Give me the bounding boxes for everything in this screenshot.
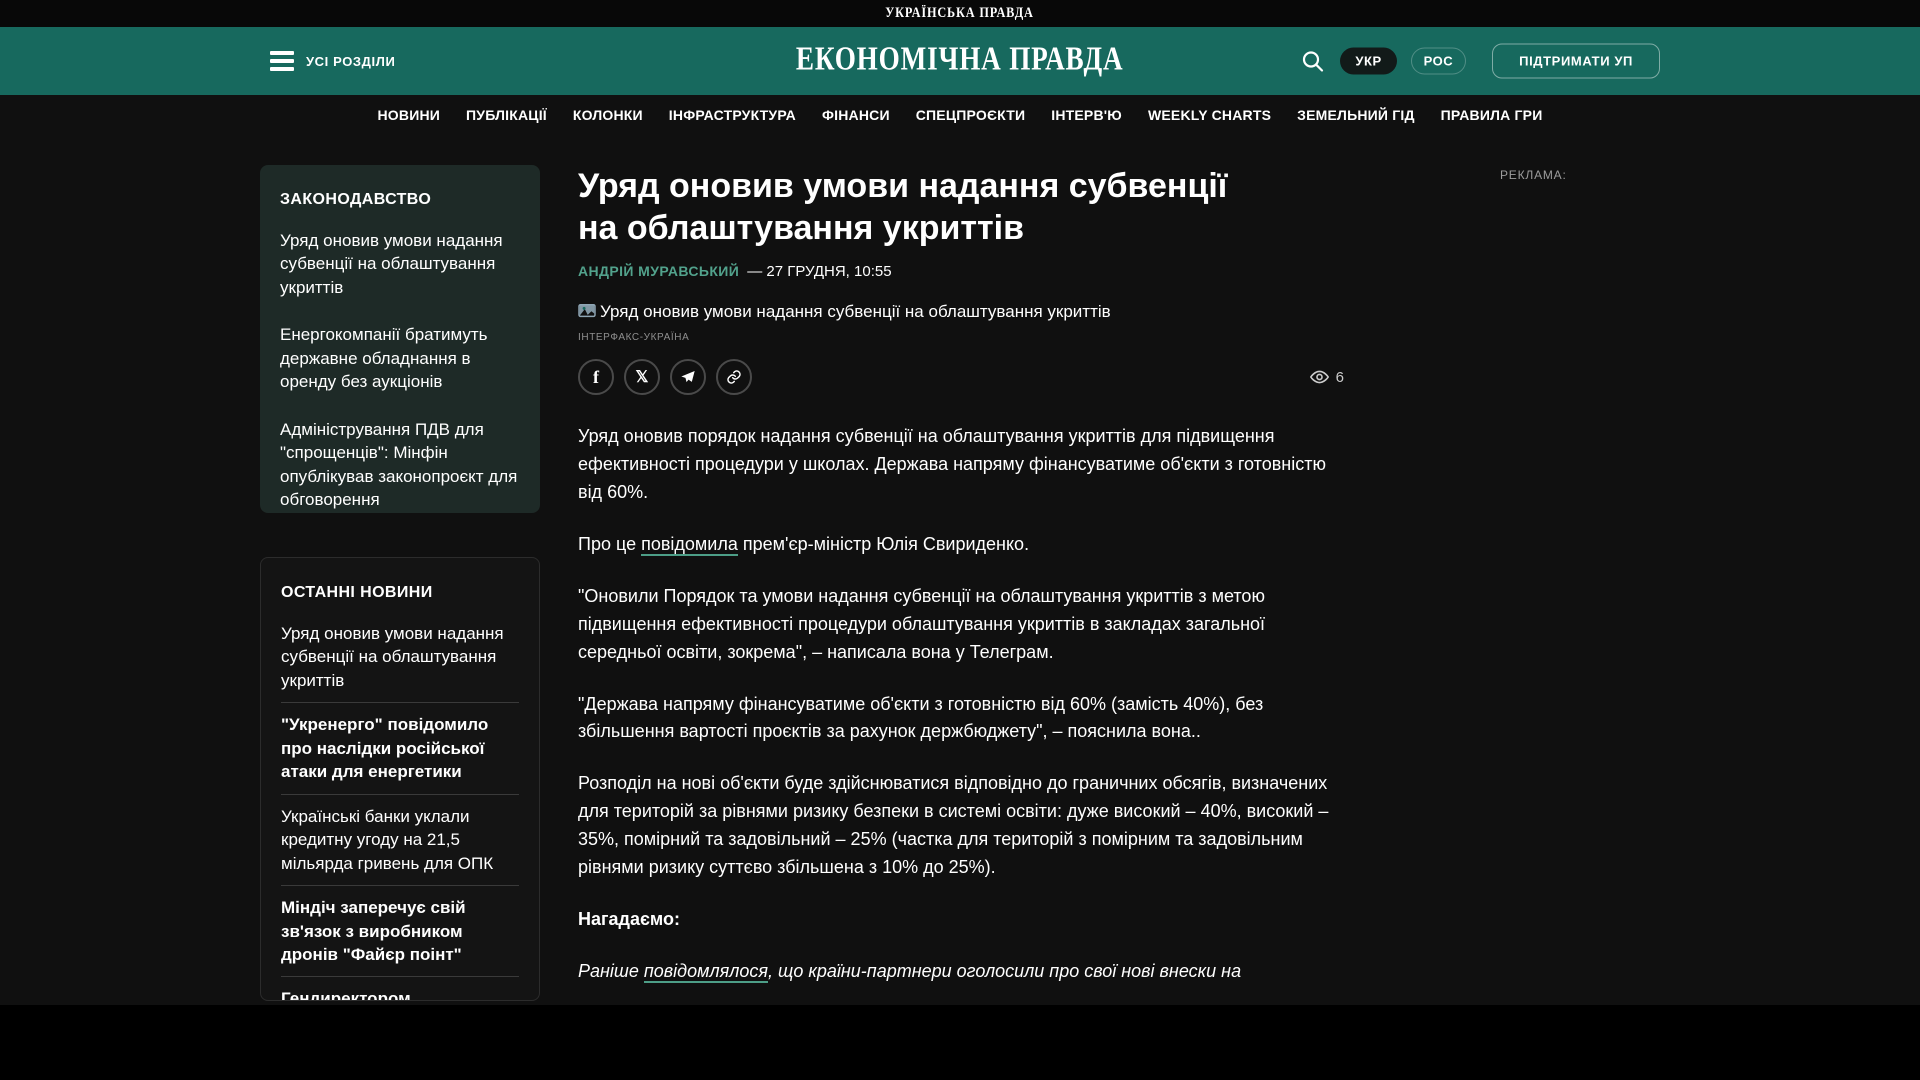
sidebar-news-link[interactable]: Міндіч заперечує свій зв'язок з виробник… <box>281 896 519 966</box>
nav-item[interactable]: WEEKLY CHARTS <box>1148 107 1271 123</box>
nav-item[interactable]: ІНФРАСТРУКТУРА <box>669 107 796 123</box>
sidebar-news-link[interactable]: "Укренерго" повідомило про наслідки росі… <box>281 713 519 783</box>
masthead-logo[interactable]: ЕКОНОМІЧНА ПРАВДА <box>796 40 1123 78</box>
inline-link[interactable]: повідомлялося <box>643 960 769 983</box>
nav-item[interactable]: ФІНАНСИ <box>822 107 890 123</box>
views-counter: 6 <box>1309 368 1344 386</box>
copy-link-icon[interactable] <box>716 359 752 396</box>
article-paragraph: Уряд оновив порядок надання субвенції на… <box>578 426 1326 503</box>
sidebar-news-link[interactable]: Гендиректором "Укргідроенерго" обрано <box>281 987 519 1000</box>
support-up-button[interactable]: ПІДТРИМАТИ УП <box>1492 43 1660 79</box>
main-nav: НОВИНИ ПУБЛІКАЦІЇ КОЛОНКИ ІНФРАСТРУКТУРА ФІН… <box>0 95 1920 135</box>
lang-ukr-toggle[interactable]: УКР <box>1340 47 1397 75</box>
share-telegram-icon[interactable] <box>670 359 706 396</box>
nav-item[interactable]: ІНТЕРВ'Ю <box>1051 107 1122 123</box>
article-title: Уряд оновив умови надання субвенції на о… <box>578 167 1228 248</box>
inline-link[interactable]: повідомила <box>641 533 738 556</box>
latest-news-title: ОСТАННІ НОВИНИ <box>281 584 433 601</box>
broken-image-icon <box>578 304 596 320</box>
eye-icon <box>1309 369 1329 385</box>
page: УКРАЇНСЬКА ПРАВДА УСІ РОЗДІЛИ ЕКОНОМІЧНА… <box>0 0 1920 1080</box>
ad-label: РЕКЛАМА: <box>1500 168 1567 182</box>
article-paragraph: Про це повідомила прем'єр-міністр Юлія С… <box>578 533 1030 556</box>
article-paragraph: Розподіл на нові об'єкти буде здійснюват… <box>578 773 1329 877</box>
share-facebook-icon[interactable]: f <box>578 359 614 396</box>
image-alt-text: Уряд оновив умови надання субвенції на о… <box>600 302 1111 322</box>
sidebar-news-link[interactable]: Енергокомпанії братимуть державне обладн… <box>280 323 520 393</box>
divider <box>281 793 519 795</box>
nav-item[interactable]: СПЕЦПРОЄКТИ <box>916 107 1026 123</box>
divider <box>281 976 519 978</box>
site-header: УСІ РОЗДІЛИ ЕКОНОМІЧНА ПРАВДА УКР РОС ПІ… <box>0 27 1920 95</box>
content-area: ЗАКОНОДАВСТВО Уряд оновив умови надання … <box>0 135 1920 1005</box>
nav-item[interactable]: НОВИНИ <box>377 107 440 123</box>
share-row: f 𝕏 6 <box>578 359 1344 396</box>
share-x-twitter-icon[interactable]: 𝕏 <box>624 359 660 396</box>
divider <box>281 885 519 887</box>
image-credit: ІНТЕРФАКС-УКРАЇНА <box>578 332 690 344</box>
article-paragraph: Раніше повідомлялося, що країни-партнери… <box>578 960 1242 983</box>
search-icon[interactable] <box>1300 48 1326 74</box>
article: Уряд оновив умови надання субвенції на о… <box>578 135 1344 1010</box>
legislation-title: ЗАКОНОДАВСТВО <box>280 191 432 208</box>
sidebar-news-link[interactable]: Уряд оновив умови надання субвенції на о… <box>281 622 519 692</box>
nav-item[interactable]: ЗЕМЕЛЬНИЙ ГІД <box>1297 107 1415 123</box>
legislation-box: ЗАКОНОДАВСТВО Уряд оновив умови надання … <box>260 165 540 513</box>
sidebar-news-link[interactable]: Адміністрування ПДВ для "спрощенців": Мі… <box>280 418 520 512</box>
article-paragraph: "Оновили Порядок та умови надання субвен… <box>578 585 1266 662</box>
views-count: 6 <box>1335 368 1344 386</box>
nav-item[interactable]: КОЛОНКИ <box>573 107 643 123</box>
lang-ros-toggle[interactable]: РОС <box>1410 47 1467 75</box>
sidebar-news-link[interactable]: Українські банки уклали кредитну угоду н… <box>281 805 519 875</box>
sidebar-news-link[interactable]: Уряд оновив умови надання субвенції на о… <box>280 229 520 299</box>
divider <box>281 702 519 704</box>
author-link[interactable]: АНДРІЙ МУРАВСЬКИЙ <box>578 263 739 279</box>
article-paragraph: "Держава напряму фінансуватиме об'єкти з… <box>578 693 1264 742</box>
article-paragraph: Нагадаємо: <box>578 908 680 929</box>
byline: АНДРІЙ МУРАВСЬКИЙ — 27 ГРУДНЯ, 10:55 <box>578 263 1344 280</box>
latest-news-box: ОСТАННІ НОВИНИ Уряд оновив умови надання… <box>260 557 540 1001</box>
nav-item[interactable]: ПРАВИЛА ГРИ <box>1441 107 1543 123</box>
article-image-placeholder: Уряд оновив умови надання субвенції на о… <box>578 302 1344 322</box>
footer-space <box>0 1005 1920 1080</box>
publish-date: — 27 ГРУДНЯ, 10:55 <box>747 263 892 281</box>
nav-item[interactable]: ПУБЛІКАЦІЇ <box>466 107 547 123</box>
top-brand-bar: УКРАЇНСЬКА ПРАВДА <box>0 0 1920 27</box>
ukrainska-pravda-link[interactable]: УКРАЇНСЬКА ПРАВДА <box>886 5 1034 22</box>
